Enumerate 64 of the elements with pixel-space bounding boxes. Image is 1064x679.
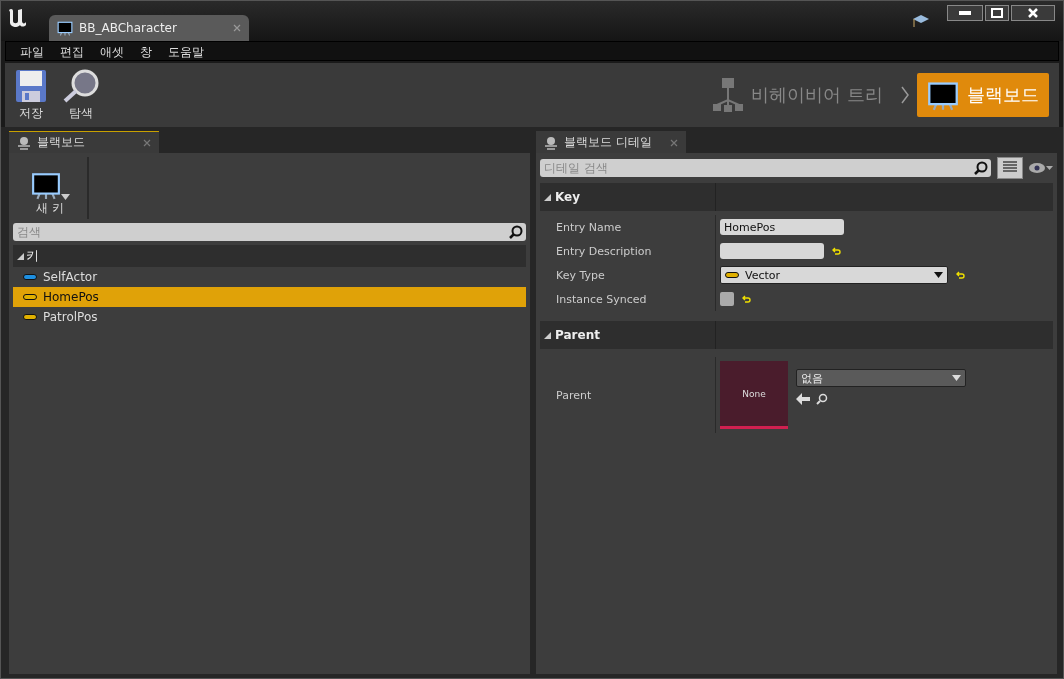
easel-icon (30, 170, 61, 200)
minimize-button[interactable] (947, 5, 983, 21)
property-label: Key Type (540, 263, 716, 287)
view-options-button[interactable] (997, 157, 1023, 179)
toolbar-button[interactable]: 탐색 (61, 68, 101, 122)
ghost-icon (544, 135, 558, 150)
panel-tab[interactable]: 블랙보드 (9, 131, 159, 153)
list-icon (1003, 160, 1017, 173)
menu-item[interactable]: 편집 (52, 42, 92, 60)
caret-icon (952, 375, 961, 381)
new-key-button[interactable]: 새 키 (13, 157, 89, 219)
search-icon[interactable] (816, 393, 828, 405)
reset-icon[interactable] (956, 270, 965, 280)
property-label: Instance Synced (540, 287, 716, 311)
reset-icon[interactable] (832, 246, 841, 256)
close-icon[interactable] (143, 138, 151, 147)
expand-arrow-icon (544, 331, 551, 339)
caret-icon (934, 272, 943, 278)
key-list-item[interactable]: HomePos (13, 287, 526, 307)
eye-icon[interactable] (1029, 162, 1053, 174)
minimize-icon (959, 11, 971, 15)
key-list-item[interactable]: PatrolPos (13, 307, 526, 327)
chevron-icon (901, 86, 909, 104)
property-label: Parent (540, 357, 716, 433)
key-list-item[interactable]: SelfActor (13, 267, 526, 287)
ghost-icon (17, 135, 31, 150)
menu-item[interactable]: 창 (132, 42, 160, 60)
toolbar-button[interactable]: 저장 (15, 68, 47, 122)
panel-tab[interactable]: 블랙보드 디테일 (536, 131, 686, 153)
menu-item[interactable]: 도움말 (160, 42, 212, 60)
search-icon (509, 225, 523, 239)
expand-arrow-icon (544, 193, 551, 201)
expand-arrow-icon (17, 252, 24, 260)
menu-item[interactable]: 파일 (12, 42, 52, 60)
reset-icon[interactable] (742, 294, 751, 304)
parent-dropdown[interactable]: 없음 (796, 369, 966, 387)
category-label: 키 (26, 247, 39, 265)
engine-logo (7, 7, 29, 27)
close-icon[interactable] (670, 138, 678, 147)
tree-diagram-icon (713, 77, 744, 113)
arrow-left-icon[interactable] (796, 393, 810, 405)
search-field[interactable]: 디테일 검색 (540, 159, 991, 177)
search-field[interactable]: 검색 (13, 223, 526, 241)
text-field[interactable] (720, 243, 824, 259)
checkbox[interactable] (720, 292, 734, 306)
graduation-cap-icon (913, 13, 929, 29)
caret-icon (60, 194, 70, 200)
easel-icon (927, 79, 959, 111)
close-button[interactable] (1011, 5, 1055, 21)
key-type-dropdown[interactable]: Vector (720, 266, 948, 284)
tab-title: BB_ABCharacter (79, 21, 177, 35)
document-tab[interactable]: BB_ABCharacter (49, 15, 249, 41)
search-icon (974, 161, 988, 175)
menu-item[interactable]: 애셋 (92, 42, 132, 60)
asset-thumbnail: None (720, 361, 788, 429)
category-header[interactable]: 키 (13, 245, 526, 267)
easel-icon (57, 20, 73, 36)
maximize-icon (991, 8, 1003, 18)
property-label: Entry Description (540, 239, 716, 263)
property-label: Entry Name (540, 215, 716, 239)
text-field[interactable]: HomePos (720, 219, 844, 235)
maximize-button[interactable] (985, 5, 1009, 21)
close-icon (1028, 8, 1038, 18)
magnifier-icon (61, 68, 101, 103)
